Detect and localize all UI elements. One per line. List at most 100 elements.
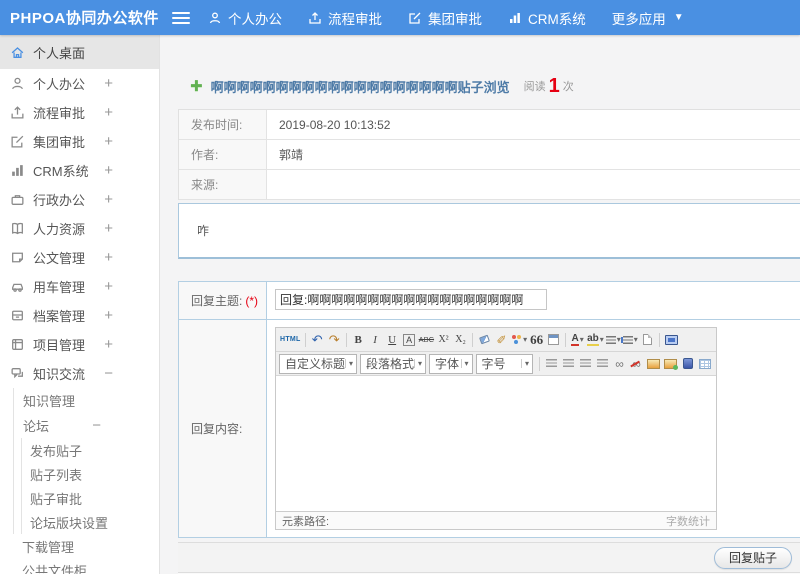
sidebar-item-download-mgmt[interactable]: 下载管理	[0, 534, 159, 558]
toolbar-separator	[539, 356, 540, 371]
insert-image-button[interactable]	[645, 354, 662, 374]
format-a-button[interactable]: A	[401, 330, 418, 350]
hamburger-menu-icon[interactable]	[172, 11, 190, 24]
sidebar-item-hr[interactable]: 人力资源 +	[0, 214, 159, 243]
color-palette-button[interactable]: ▾	[510, 330, 528, 350]
chevron-down-icon: ▼	[673, 12, 684, 23]
toolbar-separator	[565, 332, 567, 347]
fullscreen-button[interactable]	[663, 330, 680, 350]
undo-button[interactable]: ↶	[309, 330, 326, 350]
sidebar-item-post-create[interactable]: 发布贴子	[22, 438, 159, 462]
highlight-color-button[interactable]: ab ▾	[586, 330, 605, 350]
editor-body[interactable]	[276, 376, 716, 511]
expand-icon[interactable]: +	[104, 104, 113, 121]
topnav-crm[interactable]: CRM系统	[508, 8, 586, 28]
topnav-group-approval[interactable]: 集团审批	[408, 8, 482, 28]
expand-icon[interactable]: +	[104, 220, 113, 237]
align-left-button[interactable]	[543, 354, 560, 374]
sidebar-item-archive-mgmt[interactable]: 档案管理 +	[0, 301, 159, 330]
font-family-select[interactable]: 字体 ▾	[429, 353, 473, 374]
bar-chart-icon	[10, 163, 25, 178]
align-icon	[546, 359, 557, 368]
sidebar-item-knowledge[interactable]: 知识交流 −	[0, 359, 159, 388]
paragraph-format-select[interactable]: 段落格式 ▾	[360, 353, 427, 374]
align-justify-button[interactable]	[594, 354, 611, 374]
font-size-select[interactable]: 字号 ▾	[475, 353, 533, 374]
toolbar-separator	[304, 332, 306, 347]
sidebar-item-vehicle-mgmt[interactable]: 用车管理 +	[0, 272, 159, 301]
insert-media-button[interactable]	[679, 354, 696, 374]
network-image-button[interactable]	[662, 354, 679, 374]
calendar-icon	[548, 334, 560, 345]
sidebar-item-forum-settings[interactable]: 论坛版块设置	[22, 510, 159, 534]
image-plus-icon	[664, 358, 678, 370]
superscript-button[interactable]: X²	[435, 330, 452, 350]
table-row: 作者: 郭靖	[179, 140, 800, 170]
expand-icon[interactable]: +	[104, 133, 113, 150]
remove-link-button[interactable]: ∞	[628, 354, 645, 374]
align-icon	[563, 359, 574, 368]
blockquote-button[interactable]: 66	[528, 330, 545, 350]
expand-icon[interactable]: +	[104, 162, 113, 179]
editor-toolbar-row-1: HTML ↶ ↷ B I U A ABC X² X₂ ✐ ▾ 66 A ▾ ab…	[276, 328, 716, 352]
topnav-workflow-approval[interactable]: 流程审批	[308, 8, 382, 28]
expand-icon[interactable]: +	[104, 307, 113, 324]
subscript-button[interactable]: X₂	[452, 330, 469, 350]
expand-icon[interactable]: +	[104, 75, 113, 92]
sidebar-item-group-approval[interactable]: 集团审批 +	[0, 127, 159, 156]
sidebar-item-forum[interactable]: 论坛 −	[14, 413, 159, 438]
strikethrough-button[interactable]: ABC	[418, 330, 435, 350]
sidebar-item-personal-office[interactable]: 个人办公 +	[0, 69, 159, 98]
home-icon	[10, 45, 25, 60]
sidebar-item-desktop[interactable]: 个人桌面	[0, 35, 159, 69]
source-value	[267, 170, 800, 199]
sidebar: 个人桌面 个人办公 + 流程审批 + 集团审批 + CRM系统 + 行政办公 +…	[0, 35, 160, 574]
sidebar-item-knowledge-mgmt[interactable]: 知识管理	[14, 388, 159, 413]
heading-select[interactable]: 自定义标题 ▾	[279, 353, 357, 374]
font-color-button[interactable]: A ▾	[569, 330, 586, 350]
reply-submit-button[interactable]: 回复贴子	[713, 546, 792, 569]
sidebar-item-post-list[interactable]: 贴子列表	[22, 462, 159, 486]
topnav-personal-office[interactable]: 个人办公	[208, 8, 282, 28]
sidebar-item-crm[interactable]: CRM系统 +	[0, 156, 159, 185]
remove-format-button[interactable]	[476, 330, 493, 350]
align-right-button[interactable]	[577, 354, 594, 374]
expand-icon[interactable]: +	[104, 191, 113, 208]
ordered-list-button[interactable]: ▾	[605, 330, 622, 350]
eraser-icon	[479, 334, 490, 345]
sidebar-item-public-files[interactable]: 公共文件柜	[0, 558, 159, 574]
palette-icon	[511, 335, 522, 344]
sidebar-item-project-mgmt[interactable]: 项目管理 +	[0, 330, 159, 359]
document-icon	[10, 250, 25, 265]
list-icon	[605, 335, 616, 344]
page-title: 啊啊啊啊啊啊啊啊啊啊啊啊啊啊啊啊啊啊啊贴子浏览	[210, 79, 510, 95]
insert-link-button[interactable]: ∞	[611, 354, 628, 374]
align-icon	[580, 359, 591, 368]
new-page-button[interactable]	[639, 330, 656, 350]
source-code-button[interactable]: HTML	[279, 330, 302, 350]
expand-icon[interactable]: +	[104, 278, 113, 295]
reply-subject-label: 回复主题: (*)	[179, 282, 267, 319]
sidebar-item-document-mgmt[interactable]: 公文管理 +	[0, 243, 159, 272]
bold-button[interactable]: B	[350, 330, 367, 350]
format-brush-button[interactable]: ✐	[493, 330, 510, 350]
collapse-icon[interactable]: −	[104, 365, 113, 382]
collapse-icon[interactable]: −	[92, 417, 101, 434]
sidebar-item-admin-office[interactable]: 行政办公 +	[0, 185, 159, 214]
insert-table-button[interactable]	[696, 354, 713, 374]
topnav-more-apps[interactable]: 更多应用 ▼	[612, 8, 684, 28]
reply-form: 回复主题: (*) 回复内容: HTML	[178, 281, 800, 538]
insert-date-button[interactable]	[545, 330, 562, 350]
align-center-button[interactable]	[560, 354, 577, 374]
sidebar-item-post-approval[interactable]: 贴子审批	[22, 486, 159, 510]
italic-button[interactable]: I	[367, 330, 384, 350]
unordered-list-button[interactable]: ▾	[622, 330, 639, 350]
top-bar: PHPOA协同办公软件 个人办公 流程审批 集团审批 CRM系统 更多应用 ▼	[0, 0, 800, 35]
underline-button[interactable]: U	[384, 330, 401, 350]
redo-button[interactable]: ↷	[326, 330, 343, 350]
expand-icon[interactable]: +	[104, 336, 113, 353]
reply-subject-input[interactable]	[275, 289, 547, 310]
sidebar-item-workflow-approval[interactable]: 流程审批 +	[0, 98, 159, 127]
table-row: 来源:	[179, 170, 800, 200]
expand-icon[interactable]: +	[104, 249, 113, 266]
